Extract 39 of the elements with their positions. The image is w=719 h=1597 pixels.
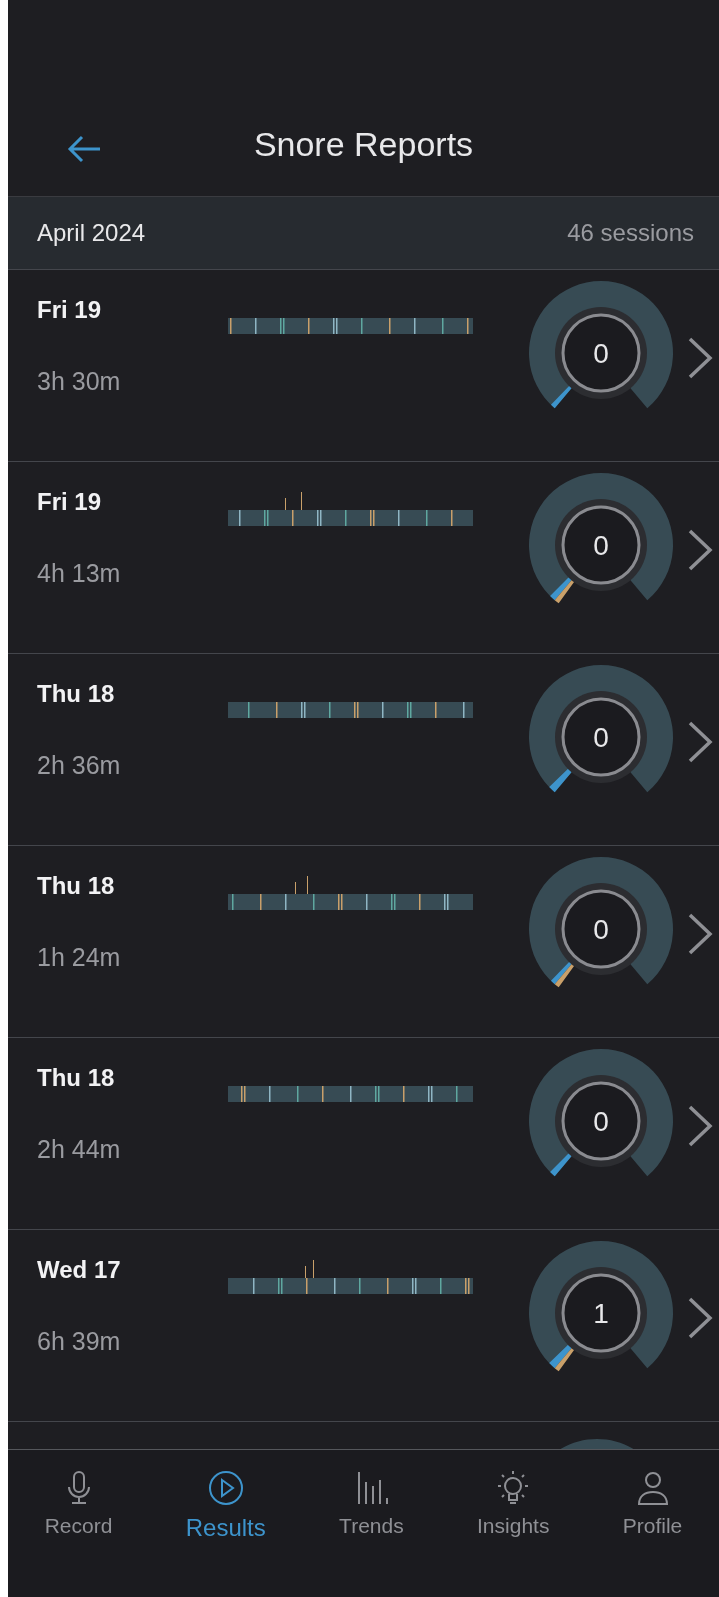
session-row[interactable]: Fri 19 4h 13m 0 — [8, 462, 719, 654]
session-day: Thu 18 — [37, 680, 228, 708]
chevron-right-icon — [686, 528, 714, 572]
nav-tab[interactable]: Results — [177, 1464, 274, 1546]
chevron-right-icon — [686, 720, 714, 764]
snore-score: 0 — [593, 1106, 609, 1137]
chevron-right-icon — [686, 912, 714, 956]
chevron-right-icon — [686, 1104, 714, 1148]
session-row[interactable]: Thu 18 2h 36m 0 — [8, 654, 719, 846]
session-day: Wed 17 — [37, 1256, 228, 1284]
session-duration: 2h 36m — [37, 751, 122, 780]
month-label: April 2024 — [37, 219, 146, 247]
nav-tab[interactable]: Record — [36, 1464, 121, 1542]
session-row[interactable]: Thu 18 1h 24m 0 — [8, 846, 719, 1038]
snore-score: 0 — [593, 338, 609, 369]
nav-tab[interactable]: Profile — [614, 1464, 691, 1542]
back-arrow-icon[interactable] — [66, 134, 102, 164]
session-row[interactable]: Fri 19 3h 30m 0 — [8, 270, 719, 462]
screen-title: Snore Reports — [252, 125, 475, 164]
session-duration: 6h 39m — [37, 1327, 122, 1356]
session-day: Thu 18 — [37, 872, 228, 900]
nav-tab[interactable]: Trends — [331, 1464, 412, 1542]
snore-score: 0 — [593, 530, 609, 561]
session-row[interactable]: Thu 18 2h 44m 0 — [8, 1038, 719, 1230]
chevron-right-icon — [686, 336, 714, 380]
session-day: Fri 19 — [37, 488, 228, 516]
session-duration: 1h 24m — [37, 943, 122, 972]
session-row[interactable]: Wed 17 6h 39m 1 — [8, 1230, 719, 1422]
snore-score: 0 — [593, 722, 609, 753]
session-duration: 3h 30m — [37, 367, 122, 396]
session-day: Thu 18 — [37, 1064, 228, 1092]
snore-score: 0 — [593, 914, 609, 945]
session-duration: 4h 13m — [37, 559, 122, 588]
session-day: Fri 19 — [37, 296, 228, 324]
snore-score: 1 — [593, 1298, 609, 1329]
chevron-right-icon — [686, 1296, 714, 1340]
session-count: 46 sessions — [567, 219, 694, 247]
nav-tab[interactable]: Insights — [469, 1464, 558, 1542]
session-duration: 2h 44m — [37, 1135, 122, 1164]
